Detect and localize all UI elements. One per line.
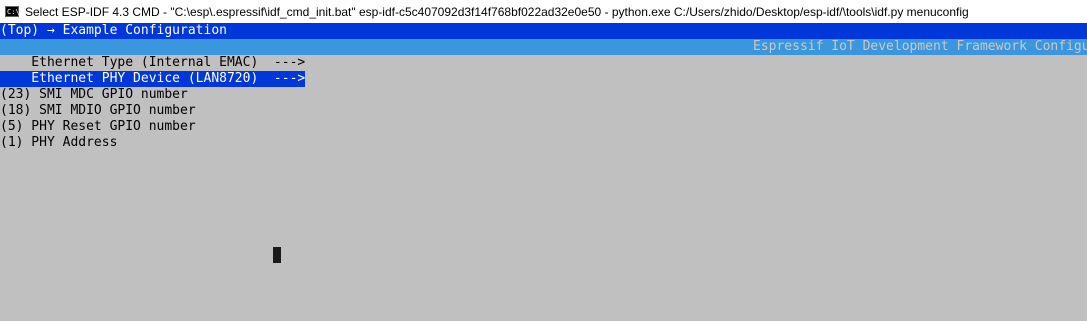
terminal-console[interactable]: (Top) → Example Configuration Espressif …	[0, 23, 1087, 321]
menu-item-phy-address[interactable]: (1) PHY Address	[0, 135, 117, 151]
menu-item-ethernet-phy-device[interactable]: Ethernet PHY Device (LAN8720) --->	[0, 71, 306, 87]
menu-item-ethernet-type[interactable]: Ethernet Type (Internal EMAC) --->	[0, 55, 305, 71]
header-title: Espressif IoT Development Framework Conf…	[753, 39, 1087, 54]
window-title-bar[interactable]: C:\ Select ESP-IDF 4.3 CMD - "C:\esp\.es…	[0, 0, 1087, 23]
menu-item-smi-mdc-gpio[interactable]: (23) SMI MDC GPIO number	[0, 87, 188, 103]
menu-item-phy-reset-gpio[interactable]: (5) PHY Reset GPIO number	[0, 119, 196, 135]
cmd-icon: C:\	[5, 6, 20, 17]
breadcrumb: (Top) → Example Configuration	[0, 23, 1087, 39]
menu-item-smi-mdio-gpio[interactable]: (18) SMI MDIO GPIO number	[0, 103, 196, 119]
window-title: Select ESP-IDF 4.3 CMD - "C:\esp\.espres…	[25, 4, 969, 19]
header-bar: Espressif IoT Development Framework Conf…	[0, 39, 1087, 55]
text-cursor	[273, 247, 281, 263]
